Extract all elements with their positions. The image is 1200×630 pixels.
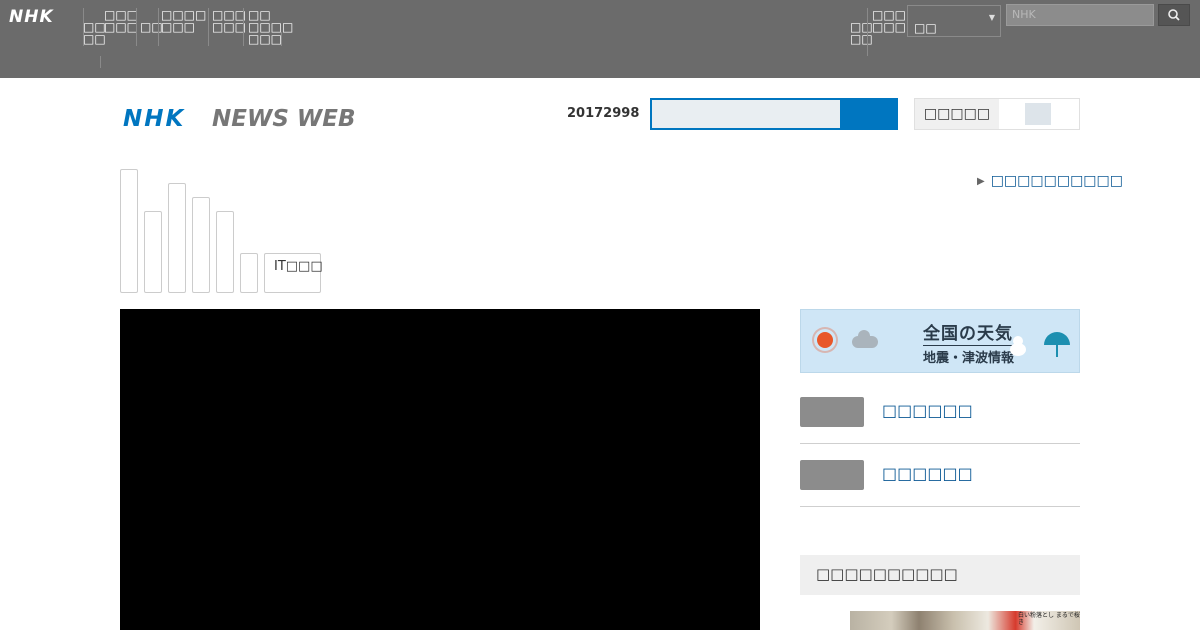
global-search-input[interactable]: NHK — [1006, 4, 1154, 26]
site-search-button[interactable] — [840, 100, 896, 128]
divider — [281, 32, 282, 46]
side-link-label: □□□□□□□□□□ — [990, 173, 1123, 189]
global-nav-item-1[interactable]: □□ □□ — [83, 21, 106, 45]
divider — [158, 8, 159, 46]
global-nav-bar: NHK □□ □□ □□□ □□□ □□ □□□□ □□□ □□□ □□□ □□… — [0, 0, 1200, 78]
divider — [136, 8, 137, 46]
genre-tab-4[interactable] — [192, 197, 210, 293]
weather-subtitle: 地震・津波情報 — [923, 351, 1015, 366]
list-item-thumbnail — [800, 460, 864, 490]
global-nav-item-5[interactable]: □□□ □□□ — [212, 9, 246, 33]
list-item-label[interactable]: □□□□□□ — [882, 464, 973, 483]
region-select[interactable]: □□ ▼ — [907, 5, 1001, 37]
nhk-logo[interactable]: NHK — [9, 7, 54, 27]
ranking-thumbnail[interactable]: 白い粉落とし まるで桜き — [850, 611, 1080, 630]
divider — [867, 8, 868, 56]
sun-icon — [817, 332, 833, 348]
chevron-down-icon: ▼ — [988, 13, 995, 22]
list-item-thumbnail — [800, 397, 864, 427]
search-icon — [1168, 9, 1180, 21]
toggle-knob[interactable] — [1025, 103, 1051, 125]
genre-tab-3[interactable] — [168, 183, 186, 293]
toggle-track[interactable] — [999, 99, 1079, 129]
cloud-icon — [852, 330, 878, 348]
divider — [208, 8, 209, 46]
global-nav-item-2[interactable]: □□□ □□□ — [104, 9, 138, 33]
triangle-right-icon: ▶ — [977, 176, 985, 187]
list-item[interactable]: □□□□□□ — [800, 397, 1080, 444]
global-nav-item-4[interactable]: □□□□ □□□ — [161, 9, 206, 33]
ranking-heading: □□□□□□□□□□ — [800, 555, 1080, 595]
nhk-news-web-logo[interactable]: NHK NEWS WEB — [123, 102, 373, 132]
genre-tab-6[interactable] — [240, 253, 258, 293]
divider — [100, 56, 101, 68]
side-link[interactable]: ▶ □□□□□□□□□□ — [977, 173, 1123, 189]
main-video-player[interactable] — [120, 309, 760, 630]
svg-text:NEWS WEB: NEWS WEB — [212, 106, 356, 132]
current-date: 20172998 — [567, 106, 640, 121]
list-item-label[interactable]: □□□□□□ — [882, 401, 973, 420]
site-search-input[interactable] — [650, 98, 898, 130]
list-item[interactable]: □□□□□□ — [800, 460, 1080, 507]
display-toggle[interactable]: □□□□□ — [914, 98, 1080, 130]
genre-tab-5[interactable] — [216, 211, 234, 293]
snowman-icon — [1010, 336, 1026, 356]
global-nav-right-item-1[interactable]: □□ □□ — [850, 21, 873, 45]
region-select-value: □□ — [914, 21, 937, 35]
global-nav-item-6[interactable]: □□ □□□□ □□□ — [248, 9, 293, 45]
toggle-label: □□□□□ — [923, 106, 991, 122]
genre-tab-2[interactable] — [144, 211, 162, 293]
global-search-button[interactable] — [1158, 4, 1190, 26]
svg-text:NHK: NHK — [123, 106, 185, 132]
genre-tab-1[interactable] — [120, 169, 138, 293]
divider — [243, 8, 244, 46]
weather-title: 全国の天気 — [923, 319, 1013, 346]
umbrella-icon — [1044, 332, 1070, 357]
genre-tab-it[interactable]: IT□□□ — [264, 253, 323, 293]
global-nav-item-3[interactable]: □□ — [140, 21, 163, 33]
global-nav-right-item-2[interactable]: □□□ □□□ — [872, 9, 906, 33]
ranking-thumbnail-caption: 白い粉落とし まるで桜き — [1018, 612, 1080, 626]
weather-banner[interactable]: 全国の天気 地震・津波情報 — [800, 309, 1080, 373]
